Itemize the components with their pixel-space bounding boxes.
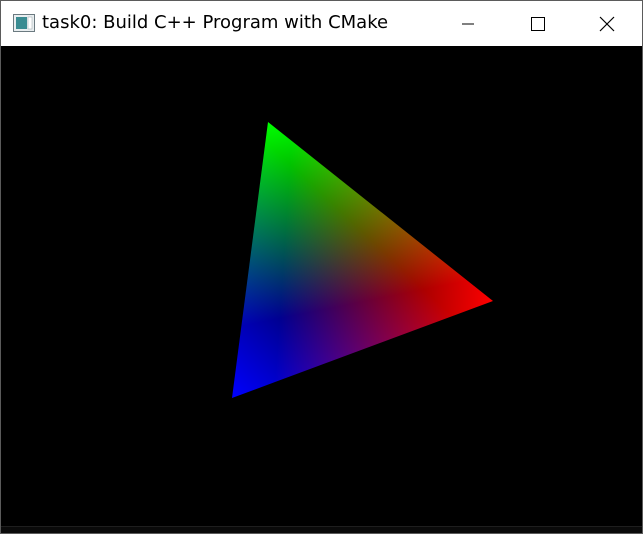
render-viewport — [1, 46, 642, 526]
minimize-icon — [462, 23, 474, 24]
close-button[interactable] — [572, 1, 642, 46]
window-bottom-edge — [1, 526, 642, 533]
render-surface — [1, 46, 642, 526]
app-window: task0: Build C++ Program with CMake — [0, 0, 643, 534]
maximize-icon — [531, 16, 545, 31]
minimize-button[interactable] — [433, 1, 503, 46]
app-window-icon — [13, 14, 35, 32]
maximize-button[interactable] — [503, 1, 573, 46]
close-icon — [599, 16, 615, 31]
title-bar[interactable]: task0: Build C++ Program with CMake — [1, 1, 642, 46]
window-title: task0: Build C++ Program with CMake — [42, 12, 389, 33]
